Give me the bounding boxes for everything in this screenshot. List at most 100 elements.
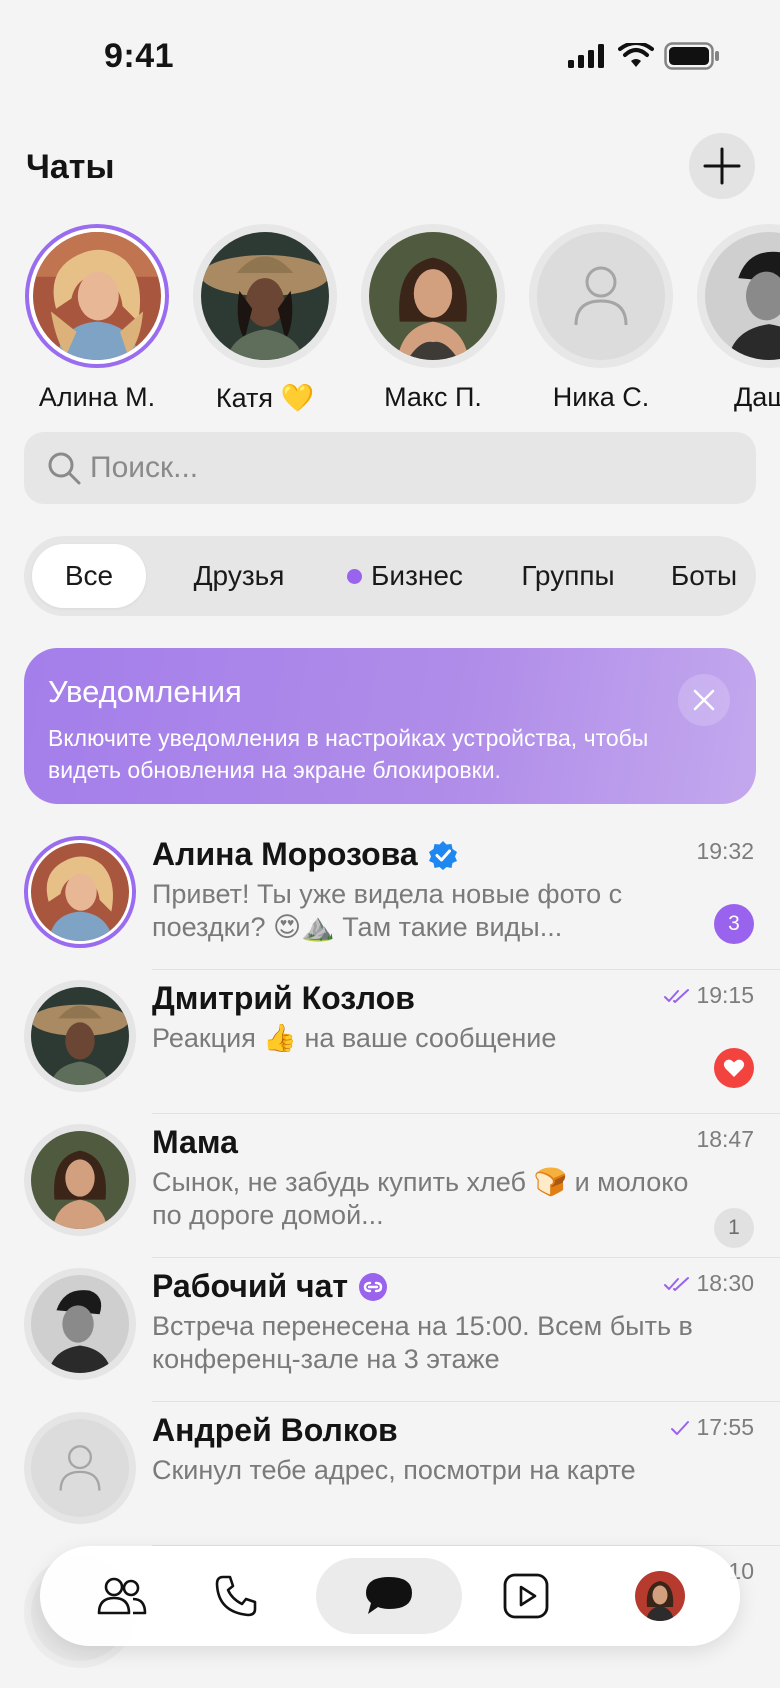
search-bar	[24, 432, 756, 504]
chat-name: Мама	[152, 1124, 238, 1161]
new-chat-button[interactable]	[689, 133, 755, 199]
story-item[interactable]: Макс П.	[360, 224, 506, 413]
avatar-ring	[24, 1124, 136, 1236]
chat-name-text: Андрей Волков	[152, 1412, 398, 1448]
chat-row[interactable]: Андрей Волков Скинул тебе адрес, посмотр…	[0, 1402, 780, 1546]
tab-bar	[40, 1546, 740, 1646]
avatar	[369, 232, 497, 360]
tab-contacts[interactable]	[62, 1558, 182, 1634]
chat-time-text: 19:32	[696, 838, 754, 864]
story-ring	[193, 224, 337, 368]
avatar	[31, 1275, 129, 1373]
story-item[interactable]: Алина М.	[24, 224, 170, 413]
chat-time: 17:55	[670, 1414, 754, 1441]
chat-name-text: Дмитрий Козлов	[152, 980, 415, 1016]
tab-groups[interactable]: Группы	[500, 544, 636, 608]
close-icon	[693, 689, 715, 711]
search-input[interactable]	[90, 451, 710, 485]
notifications-banner[interactable]: Уведомления Включите уведомления в настр…	[24, 648, 756, 804]
double-check-icon	[664, 1276, 690, 1291]
avatar-ring	[24, 836, 136, 948]
banner-close-button[interactable]	[678, 674, 730, 726]
chat-name: Алина Морозова	[152, 836, 458, 873]
stories-row: Алина М. Катя 💛 Макс П. Ника С. Даш	[0, 224, 780, 414]
header: Чаты	[0, 130, 780, 206]
chat-time: 18:47	[696, 1126, 754, 1153]
tab-label: Друзья	[193, 560, 285, 591]
double-check-icon	[664, 988, 690, 1003]
person-placeholder-icon	[574, 266, 628, 326]
group-link-icon	[359, 1272, 388, 1301]
avatar	[31, 987, 129, 1085]
tab-friends[interactable]: Друзья	[164, 544, 314, 608]
unread-dot-icon	[347, 568, 363, 584]
story-name: Катя 💛	[215, 383, 315, 413]
single-check-icon	[671, 1420, 690, 1435]
unread-count-badge: 3	[714, 904, 754, 944]
search-icon	[48, 452, 81, 485]
calls-icon	[215, 1575, 257, 1617]
chat-list: Алина Морозова Привет! Ты уже видела нов…	[0, 826, 780, 1668]
chat-row[interactable]: Рабочий чат Встреча перенесена на 15:00.…	[0, 1258, 780, 1402]
tab-chats[interactable]	[316, 1558, 462, 1634]
chat-name: Дмитрий Козлов	[152, 980, 415, 1017]
story-item[interactable]: Ника С.	[528, 224, 674, 413]
tab-label: Боты	[670, 560, 738, 591]
unread-count-badge: 1	[714, 1208, 754, 1248]
tab-business[interactable]: Бизнес	[330, 544, 480, 608]
tab-bots[interactable]: Боты	[654, 544, 754, 608]
story-ring	[361, 224, 505, 368]
chat-time: 19:32	[696, 838, 754, 865]
story-item[interactable]: Катя 💛	[192, 224, 338, 414]
chat-name: Андрей Волков	[152, 1412, 398, 1449]
verified-badge-icon	[428, 840, 457, 870]
tab-profile[interactable]	[600, 1558, 720, 1634]
tab-stories[interactable]	[466, 1558, 586, 1634]
heart-icon	[723, 1059, 745, 1077]
status-icons	[568, 42, 720, 70]
avatar	[31, 1131, 129, 1229]
chats-icon	[366, 1577, 412, 1614]
avatar	[537, 232, 665, 360]
profile-avatar	[635, 1571, 685, 1621]
cellular-signal-icon	[568, 44, 604, 68]
story-ring	[25, 224, 169, 368]
status-bar: 9:41	[0, 0, 780, 118]
battery-icon	[664, 42, 719, 70]
chat-preview: Встреча перенесена на 15:00. Всем быть в…	[152, 1311, 693, 1374]
chat-name: Рабочий чат	[152, 1268, 388, 1305]
reaction-badge	[714, 1048, 754, 1088]
chat-preview: Привет! Ты уже видела новые фото с поезд…	[152, 879, 623, 942]
banner-title: Уведомления	[48, 674, 242, 709]
avatar	[31, 1419, 129, 1517]
chat-time: 18:30	[664, 1270, 754, 1297]
tab-calls[interactable]	[176, 1558, 296, 1634]
contacts-icon	[97, 1577, 147, 1615]
stories-icon	[503, 1573, 549, 1619]
avatar-ring	[24, 980, 136, 1092]
story-name: Алина М.	[38, 382, 156, 412]
avatar	[31, 843, 129, 941]
status-time: 9:41	[104, 37, 175, 75]
chat-row[interactable]: Алина Морозова Привет! Ты уже видела нов…	[0, 826, 780, 970]
chat-preview: Скинул тебе адрес, посмотри на карте	[152, 1455, 636, 1485]
plus-icon	[703, 147, 741, 185]
chat-name-text: Алина Морозова	[152, 836, 418, 872]
avatar	[33, 232, 161, 360]
story-ring	[529, 224, 673, 368]
chat-name-text: Рабочий чат	[152, 1268, 349, 1304]
story-name: Макс П.	[384, 382, 482, 412]
tab-all[interactable]: Все	[32, 544, 146, 608]
tab-label: Группы	[521, 560, 615, 591]
wifi-icon	[618, 43, 654, 67]
story-ring	[697, 224, 780, 368]
story-item[interactable]: Даша	[696, 224, 780, 413]
tab-label: Бизнес	[371, 560, 463, 591]
story-name: Ника С.	[552, 382, 650, 412]
chat-row[interactable]: Мама Сынок, не забудь купить хлеб 🍞 и мо…	[0, 1114, 780, 1258]
chat-row[interactable]: Дмитрий Козлов Реакция 👍 на ваше сообщен…	[0, 970, 780, 1114]
filter-tabs: Все Друзья Бизнес Группы Боты	[24, 536, 756, 616]
tab-label: Все	[64, 560, 114, 591]
chat-time-text: 19:15	[696, 982, 754, 1008]
page-title: Чаты	[26, 148, 115, 186]
